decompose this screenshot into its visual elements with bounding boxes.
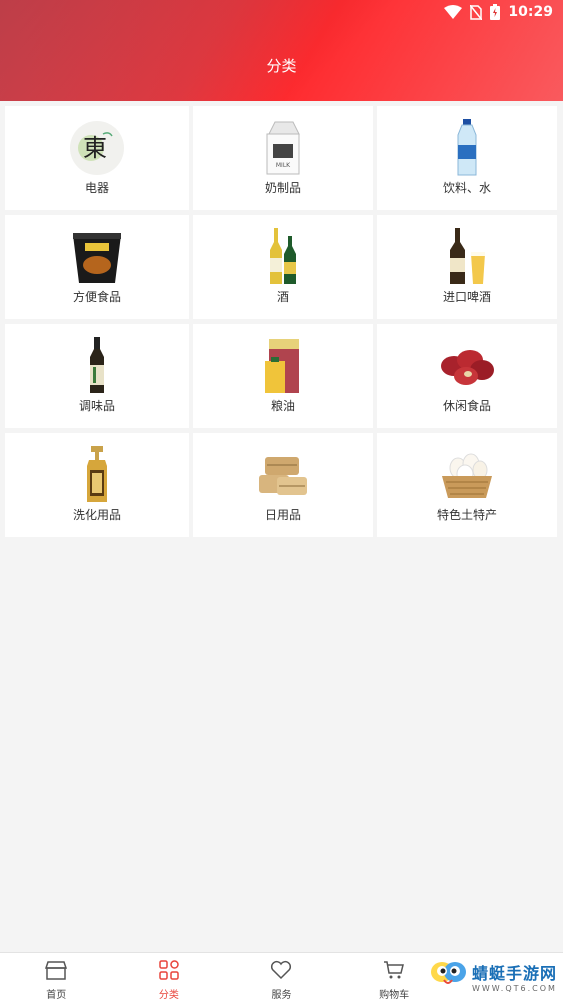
category-label: 酒 [276, 290, 289, 304]
category-label: 粮油 [270, 399, 295, 413]
category-grid: 東 电器 MILK 奶制品 饮料、水 方便食品 酒 进口啤酒 调味品 粮油 休闲… [5, 106, 558, 537]
page-title: 分类 [266, 57, 297, 75]
no-sim-icon [470, 4, 483, 20]
category-label: 休闲食品 [442, 399, 491, 413]
category-item-local-specialties[interactable]: 特色土特产 [377, 433, 557, 537]
category-label: 方便食品 [72, 290, 121, 304]
cart-icon [383, 960, 405, 984]
watermark: 蜻蜓手游网 WWW.QT6.COM [428, 956, 557, 996]
svg-text:MILK: MILK [276, 162, 291, 169]
app-header: 10:29 分类 [0, 0, 563, 101]
category-item-instant-food[interactable]: 方便食品 [5, 215, 189, 319]
category-label: 特色土特产 [436, 508, 497, 522]
dong-logo-icon: 東 [67, 118, 127, 178]
beer-bottles-icon [253, 227, 313, 287]
watermark-title: 蜻蜓手游网 [471, 963, 557, 983]
water-bottle-icon [437, 118, 497, 178]
shampoo-bottle-icon [67, 445, 127, 505]
tab-home[interactable]: 首页 [0, 953, 113, 1000]
rice-oil-icon [253, 336, 313, 396]
category-item-appliances[interactable]: 東 电器 [5, 106, 189, 210]
category-item-grain-oil[interactable]: 粮油 [193, 324, 373, 428]
eggs-basket-icon [437, 445, 497, 505]
category-label: 洗化用品 [72, 508, 121, 522]
wifi-icon [444, 5, 463, 19]
tab-label: 服务 [271, 990, 292, 1000]
category-item-seasonings[interactable]: 调味品 [5, 324, 189, 428]
category-label: 日用品 [264, 508, 301, 522]
category-label: 奶制品 [264, 181, 301, 195]
tab-category[interactable]: 分类 [113, 953, 226, 1000]
category-label: 进口啤酒 [442, 290, 491, 304]
watermark-url: WWW.QT6.COM [471, 983, 557, 993]
category-item-imported-beer[interactable]: 进口啤酒 [377, 215, 557, 319]
instant-noodle-cup-icon [67, 227, 127, 287]
category-grid-icon [159, 960, 179, 984]
dragonfly-logo-icon [428, 956, 468, 996]
tab-label: 首页 [46, 990, 67, 1000]
imported-beer-icon [437, 227, 497, 287]
status-time: 10:29 [508, 4, 553, 20]
category-item-beverages[interactable]: 饮料、水 [377, 106, 557, 210]
status-bar: 10:29 [0, 0, 563, 24]
category-item-daily-goods[interactable]: 日用品 [193, 433, 373, 537]
category-label: 饮料、水 [442, 181, 491, 195]
tab-label: 分类 [158, 990, 179, 1000]
category-label: 调味品 [78, 399, 115, 413]
category-item-dairy[interactable]: MILK 奶制品 [193, 106, 373, 210]
category-item-snacks[interactable]: 休闲食品 [377, 324, 557, 428]
milk-carton-icon: MILK [253, 118, 313, 178]
heart-icon [270, 960, 292, 984]
towels-icon [253, 445, 313, 505]
tab-label: 购物车 [379, 990, 410, 1000]
soy-sauce-bottle-icon [67, 336, 127, 396]
category-item-liquor[interactable]: 酒 [193, 215, 373, 319]
tab-service[interactable]: 服务 [225, 953, 338, 1000]
category-label: 电器 [84, 181, 109, 195]
red-dates-icon [437, 336, 497, 396]
home-store-icon [45, 960, 68, 984]
category-item-toiletries[interactable]: 洗化用品 [5, 433, 189, 537]
svg-text:東: 東 [83, 134, 107, 162]
battery-icon [490, 4, 501, 20]
